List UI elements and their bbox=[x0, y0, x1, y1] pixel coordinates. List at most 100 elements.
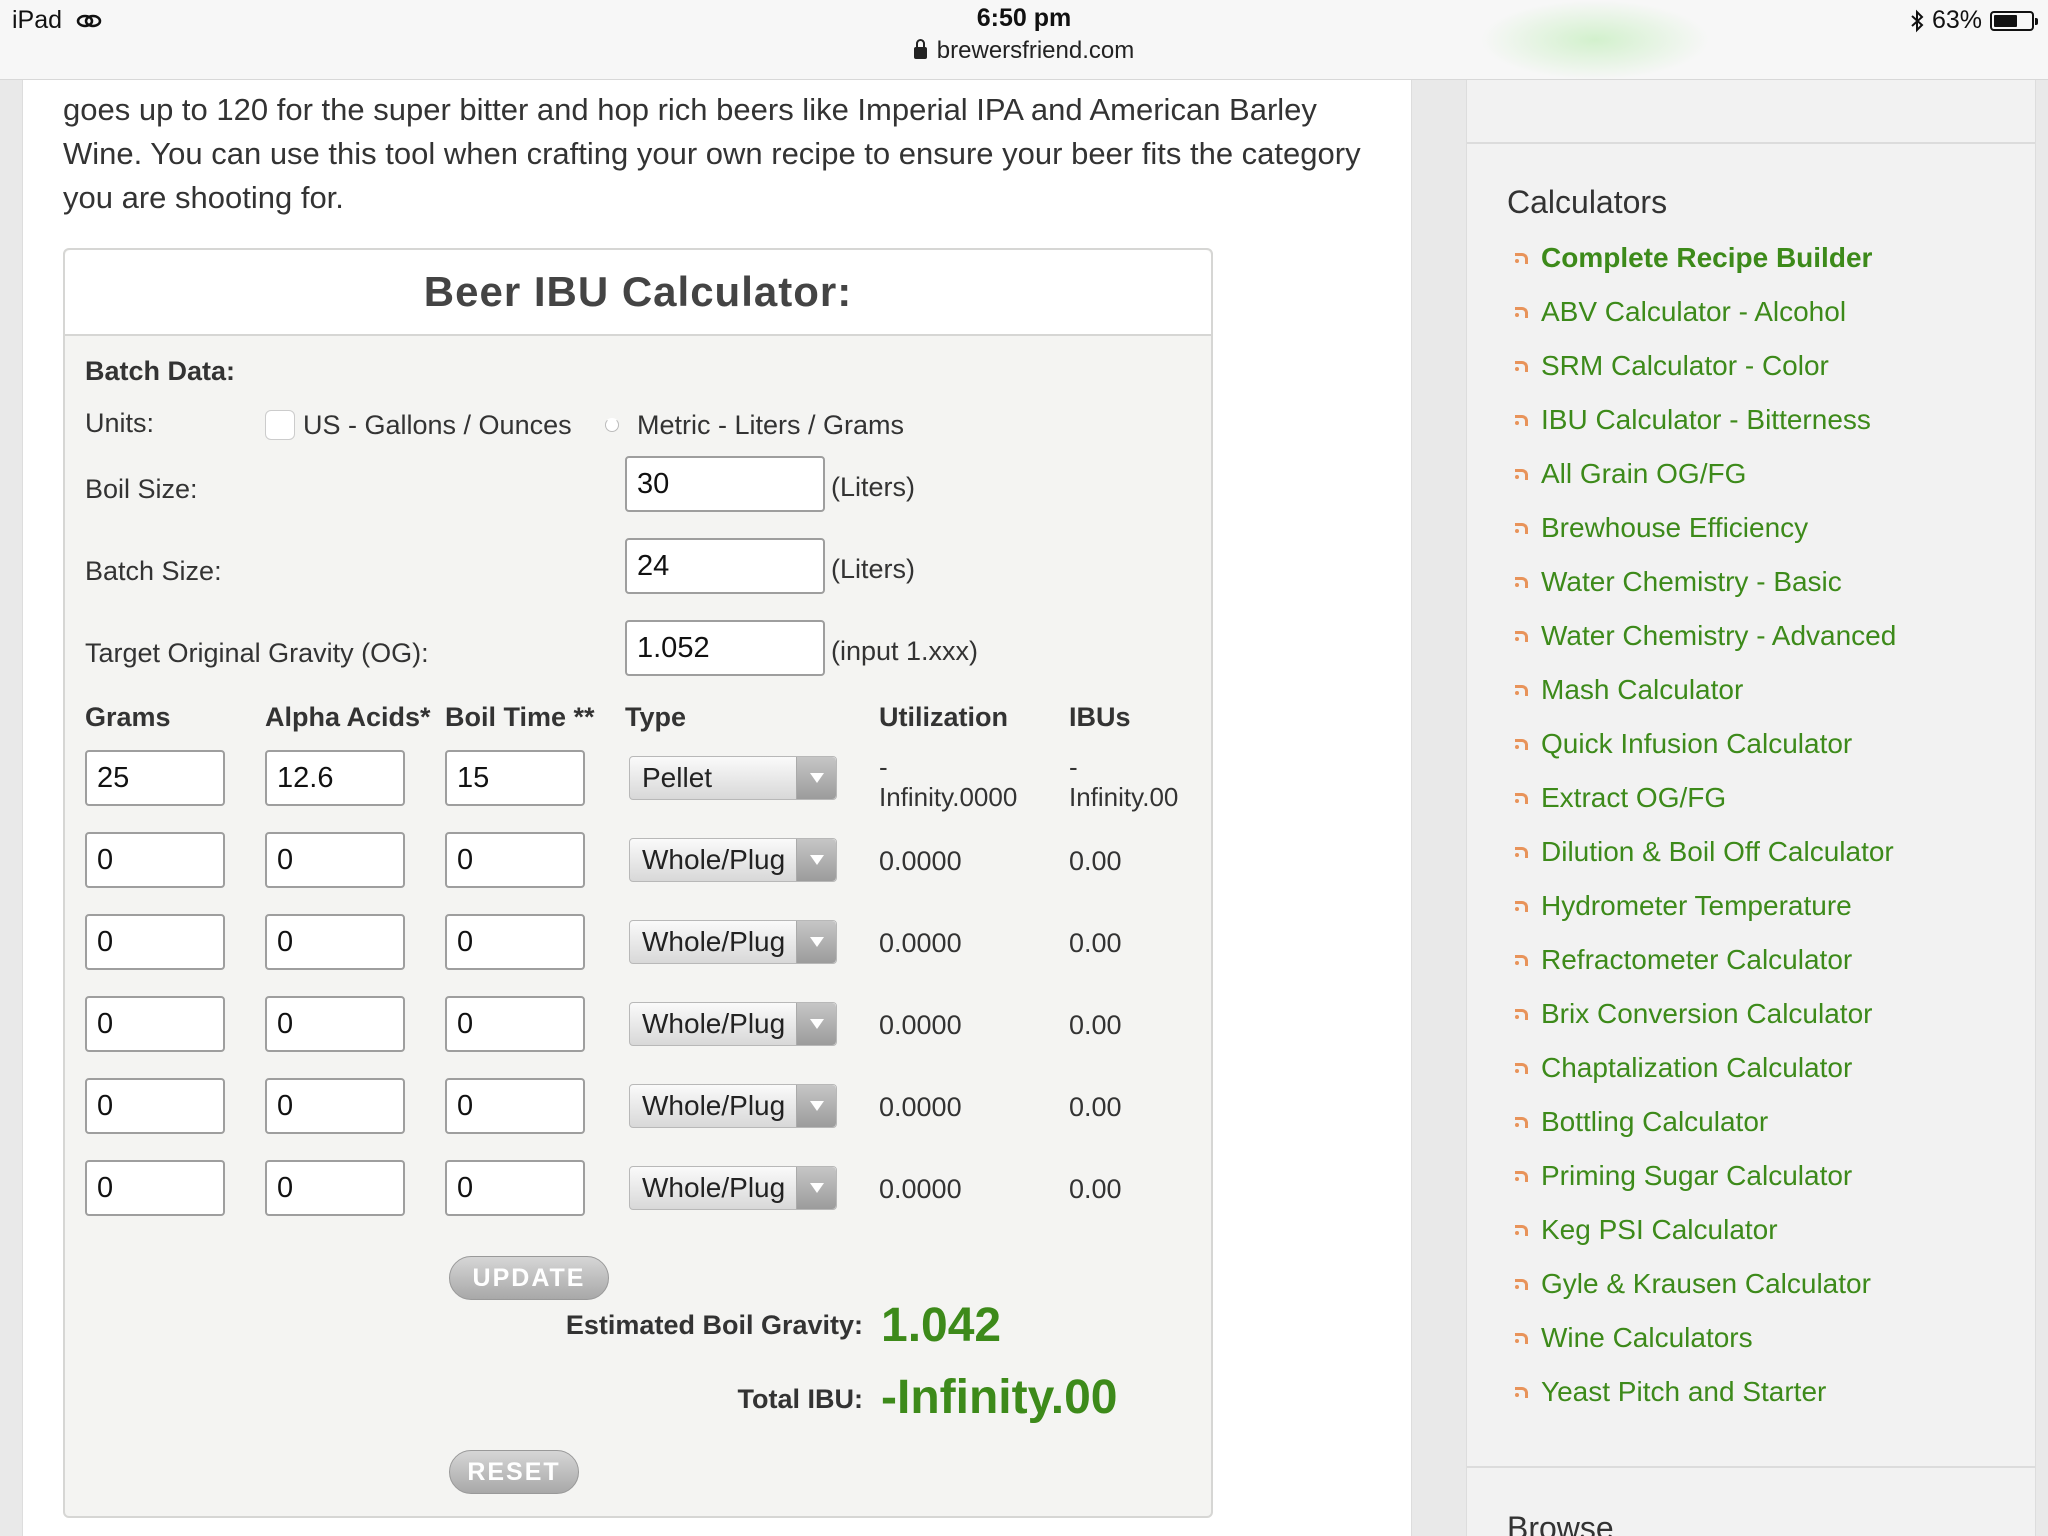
sidebar-item-refractometer[interactable]: Refractometer Calculator bbox=[1515, 944, 1852, 976]
sidebar-item-keg-psi[interactable]: Keg PSI Calculator bbox=[1515, 1214, 1778, 1246]
row-3-alpha-input[interactable]: 0 bbox=[265, 914, 405, 970]
sidebar-item-label: Refractometer Calculator bbox=[1541, 944, 1853, 975]
row-4-type-select[interactable]: Whole/Plug bbox=[629, 1002, 837, 1046]
sidebar-item-bottling[interactable]: Bottling Calculator bbox=[1515, 1106, 1768, 1138]
arrow-bullet-icon bbox=[1515, 1277, 1529, 1291]
sidebar-item-label: Hydrometer Temperature bbox=[1541, 890, 1852, 921]
row-1-ibus-line1: - bbox=[1069, 752, 1078, 782]
sidebar-item-label: All Grain OG/FG bbox=[1541, 458, 1747, 489]
sidebar-item-all-grain[interactable]: All Grain OG/FG bbox=[1515, 458, 1746, 490]
update-button[interactable]: UPDATE bbox=[449, 1256, 609, 1300]
ios-status-bar: iPad 6:50 pm brewersfriend.com 63% bbox=[0, 0, 2048, 80]
arrow-bullet-icon bbox=[1515, 1223, 1529, 1237]
row-3-type-select[interactable]: Whole/Plug bbox=[629, 920, 837, 964]
sidebar-item-water-basic[interactable]: Water Chemistry - Basic bbox=[1515, 566, 1842, 598]
row-6-type-value: Whole/Plug bbox=[642, 1172, 786, 1203]
sidebar-item-label: Brix Conversion Calculator bbox=[1541, 998, 1873, 1029]
row-1-alpha-input[interactable]: 12.6 bbox=[265, 750, 405, 806]
unit-us-label[interactable]: US - Gallons / Ounces bbox=[303, 410, 572, 441]
arrow-bullet-icon bbox=[1515, 521, 1529, 535]
row-3-boil-input[interactable]: 0 bbox=[445, 914, 585, 970]
row-5-grams-input[interactable]: 0 bbox=[85, 1078, 225, 1134]
col-grams: Grams bbox=[85, 702, 171, 732]
sidebar-item-water-advanced[interactable]: Water Chemistry - Advanced bbox=[1515, 620, 1896, 652]
row-4-grams-input[interactable]: 0 bbox=[85, 996, 225, 1052]
chevron-down-icon bbox=[796, 1003, 836, 1045]
sidebar-item-mash-calculator[interactable]: Mash Calculator bbox=[1515, 674, 1743, 706]
row-6-boil-input[interactable]: 0 bbox=[445, 1160, 585, 1216]
sidebar-item-extract[interactable]: Extract OG/FG bbox=[1515, 782, 1726, 814]
arrow-bullet-icon bbox=[1515, 467, 1529, 481]
total-ibu-label: Total IBU: bbox=[737, 1384, 863, 1414]
row-1-boil-input[interactable]: 15 bbox=[445, 750, 585, 806]
sidebar-item-label: Chaptalization Calculator bbox=[1541, 1052, 1853, 1083]
unit-metric-label[interactable]: Metric - Liters / Grams bbox=[637, 410, 904, 441]
row-6-type-select[interactable]: Whole/Plug bbox=[629, 1166, 837, 1210]
arrow-bullet-icon bbox=[1515, 575, 1529, 589]
row-5-ibus: 0.00 bbox=[1069, 1092, 1122, 1122]
sidebar-item-priming-sugar[interactable]: Priming Sugar Calculator bbox=[1515, 1160, 1852, 1192]
boil-size-input[interactable]: 30 bbox=[625, 456, 825, 512]
row-6-utilization: 0.0000 bbox=[879, 1174, 962, 1204]
sidebar-item-abv-calculator[interactable]: ABV Calculator - Alcohol bbox=[1515, 296, 1846, 328]
sidebar-item-label: Extract OG/FG bbox=[1541, 782, 1727, 813]
row-6-grams-input[interactable]: 0 bbox=[85, 1160, 225, 1216]
row-2-alpha-input[interactable]: 0 bbox=[265, 832, 405, 888]
row-2-utilization: 0.0000 bbox=[879, 846, 962, 876]
sidebar-item-gyle-krausen[interactable]: Gyle & Krausen Calculator bbox=[1515, 1268, 1871, 1300]
sidebar-item-label: SRM Calculator - Color bbox=[1541, 350, 1829, 381]
row-1-grams-input[interactable]: 25 bbox=[85, 750, 225, 806]
sidebar-item-yeast-pitch[interactable]: Yeast Pitch and Starter bbox=[1515, 1376, 1826, 1408]
row-2-boil-input[interactable]: 0 bbox=[445, 832, 585, 888]
row-3-ibus: 0.00 bbox=[1069, 928, 1122, 958]
row-6-alpha-input[interactable]: 0 bbox=[265, 1160, 405, 1216]
sidebar-item-complete-recipe-builder[interactable]: Complete Recipe Builder bbox=[1515, 242, 1872, 274]
row-3-grams-input[interactable]: 0 bbox=[85, 914, 225, 970]
status-center: 6:50 pm brewersfriend.com bbox=[0, 4, 2048, 65]
sidebar-item-brewhouse-efficiency[interactable]: Brewhouse Efficiency bbox=[1515, 512, 1808, 544]
row-1-type-select[interactable]: Pellet bbox=[629, 756, 837, 800]
calculator-header: Beer IBU Calculator: bbox=[65, 250, 1211, 336]
row-4-alpha-input[interactable]: 0 bbox=[265, 996, 405, 1052]
og-hint: (input 1.xxx) bbox=[831, 636, 979, 666]
sidebar-item-label: Brewhouse Efficiency bbox=[1541, 512, 1809, 543]
row-5-boil-input[interactable]: 0 bbox=[445, 1078, 585, 1134]
sidebar-item-label: Gyle & Krausen Calculator bbox=[1541, 1268, 1871, 1299]
row-3-type-value: Whole/Plug bbox=[642, 926, 786, 957]
battery-percent: 63% bbox=[1931, 6, 1982, 34]
row-5-type-value: Whole/Plug bbox=[642, 1090, 786, 1121]
row-2-grams-input[interactable]: 0 bbox=[85, 832, 225, 888]
chevron-down-icon bbox=[796, 839, 836, 881]
og-input[interactable]: 1.052 bbox=[625, 620, 825, 676]
sidebar-item-srm-calculator[interactable]: SRM Calculator - Color bbox=[1515, 350, 1829, 382]
row-4-type-value: Whole/Plug bbox=[642, 1008, 786, 1039]
arrow-bullet-icon bbox=[1515, 1115, 1529, 1129]
boil-size-label: Boil Size: bbox=[85, 474, 198, 504]
row-5-alpha-input[interactable]: 0 bbox=[265, 1078, 405, 1134]
sidebar-item-label: Mash Calculator bbox=[1541, 674, 1744, 705]
row-6-ibus: 0.00 bbox=[1069, 1174, 1122, 1204]
sidebar-item-wine-calculators[interactable]: Wine Calculators bbox=[1515, 1322, 1753, 1354]
sidebar-item-label: Keg PSI Calculator bbox=[1541, 1214, 1778, 1245]
unit-us-radio[interactable] bbox=[265, 410, 295, 440]
unit-metric-radio[interactable] bbox=[605, 418, 619, 432]
sidebar-item-chaptalization[interactable]: Chaptalization Calculator bbox=[1515, 1052, 1852, 1084]
sidebar-item-quick-infusion[interactable]: Quick Infusion Calculator bbox=[1515, 728, 1852, 760]
col-ibus: IBUs bbox=[1069, 702, 1131, 732]
row-1-type-value: Pellet bbox=[642, 762, 713, 793]
row-5-type-select[interactable]: Whole/Plug bbox=[629, 1084, 837, 1128]
sidebar-item-brix[interactable]: Brix Conversion Calculator bbox=[1515, 998, 1872, 1030]
sidebar: Calculators Complete Recipe Builder ABV … bbox=[1466, 80, 2036, 1536]
sidebar-browse-heading: Browse bbox=[1507, 1510, 1614, 1536]
batch-size-input[interactable]: 24 bbox=[625, 538, 825, 594]
sidebar-heading: Calculators bbox=[1507, 184, 1668, 220]
address-bar[interactable]: brewersfriend.com bbox=[0, 37, 2048, 65]
row-3-utilization: 0.0000 bbox=[879, 928, 962, 958]
arrow-bullet-icon bbox=[1515, 629, 1529, 643]
sidebar-item-dilution[interactable]: Dilution & Boil Off Calculator bbox=[1515, 836, 1894, 868]
row-4-boil-input[interactable]: 0 bbox=[445, 996, 585, 1052]
reset-button[interactable]: RESET bbox=[449, 1450, 579, 1494]
sidebar-item-hydrometer[interactable]: Hydrometer Temperature bbox=[1515, 890, 1852, 922]
sidebar-item-ibu-calculator[interactable]: IBU Calculator - Bitterness bbox=[1515, 404, 1871, 436]
row-2-type-select[interactable]: Whole/Plug bbox=[629, 838, 837, 882]
